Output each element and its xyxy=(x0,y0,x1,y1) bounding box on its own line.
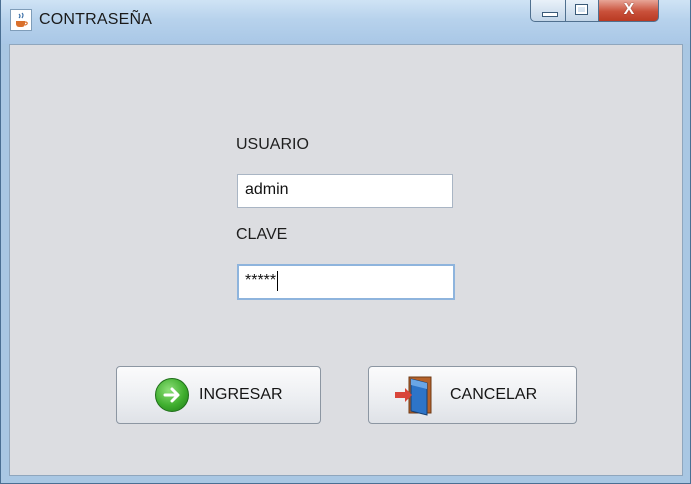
form-panel: USUARIO admin CLAVE ***** INGRESAR CANCE… xyxy=(9,44,683,476)
usuario-value: admin xyxy=(245,181,289,198)
clave-password-field[interactable]: ***** xyxy=(237,264,455,300)
arrow-right-circle-icon xyxy=(155,378,189,412)
login-window: CONTRASEÑA X USUARIO admin CLAVE ***** I… xyxy=(0,0,691,484)
minimize-button[interactable] xyxy=(530,0,566,22)
minimize-icon xyxy=(542,12,558,17)
maximize-icon xyxy=(575,4,588,15)
java-cup-icon xyxy=(10,9,32,31)
title-bar[interactable]: CONTRASEÑA X xyxy=(1,0,690,44)
clave-value: ***** xyxy=(245,272,277,289)
cancelar-button[interactable]: CANCELAR xyxy=(368,366,577,424)
ingresar-label: INGRESAR xyxy=(199,386,283,403)
close-button[interactable]: X xyxy=(599,0,659,22)
text-cursor xyxy=(277,270,279,291)
usuario-label: USUARIO xyxy=(236,136,309,153)
window-title: CONTRASEÑA xyxy=(39,11,153,28)
ingresar-button[interactable]: INGRESAR xyxy=(116,366,321,424)
close-icon: X xyxy=(623,1,635,18)
clave-label: CLAVE xyxy=(236,226,288,243)
maximize-button[interactable] xyxy=(566,0,599,22)
usuario-field[interactable]: admin xyxy=(237,174,453,208)
exit-door-icon xyxy=(393,375,437,417)
cancelar-label: CANCELAR xyxy=(450,386,538,403)
